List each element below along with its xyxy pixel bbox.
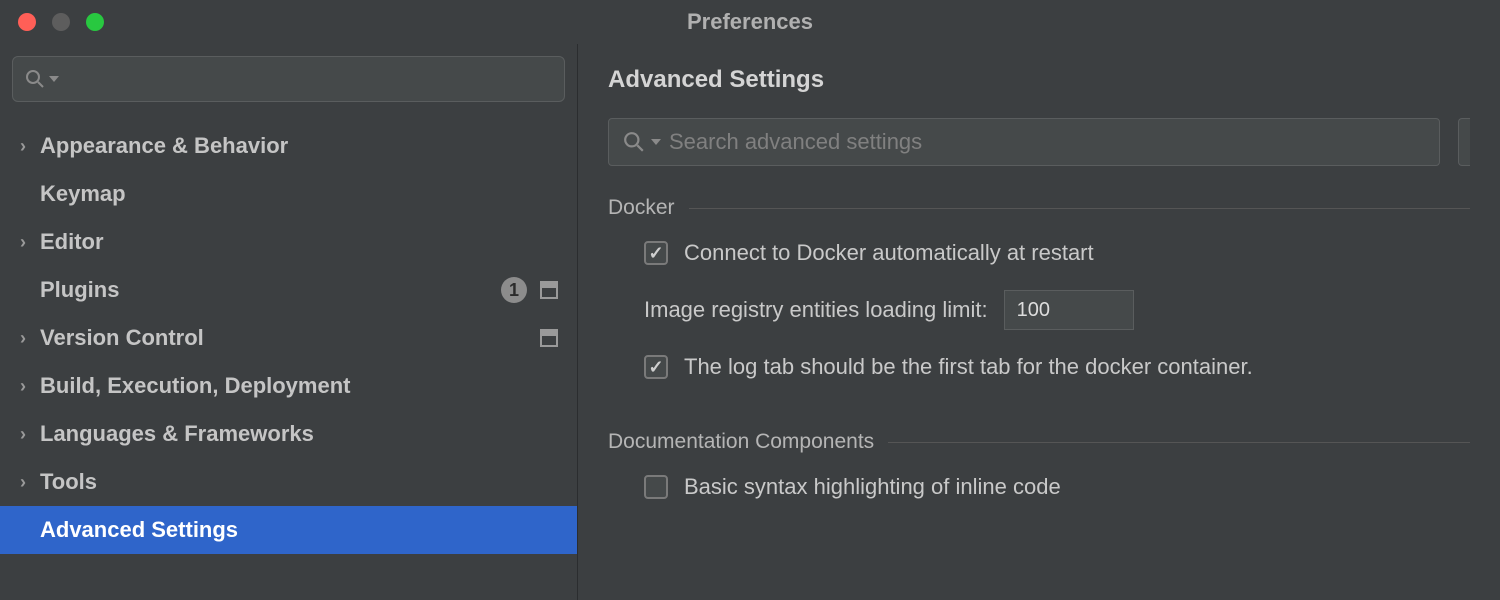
sidebar-item-languages-frameworks[interactable]: › Languages & Frameworks	[0, 410, 577, 458]
zoom-window-button[interactable]	[86, 13, 104, 31]
sidebar-item-version-control[interactable]: › Version Control	[0, 314, 577, 362]
show-modified-button[interactable]	[1458, 118, 1470, 166]
sidebar-item-label: Keymap	[40, 181, 559, 207]
sidebar-search[interactable]	[12, 56, 565, 102]
sidebar-item-label: Plugins	[40, 277, 501, 303]
setting-doc-syntax-highlight[interactable]: Basic syntax highlighting of inline code	[608, 474, 1470, 500]
sidebar-item-label: Version Control	[40, 325, 539, 351]
traffic-lights	[0, 13, 104, 31]
chevron-right-icon: ›	[20, 136, 40, 157]
sidebar-item-plugins[interactable]: › Plugins 1	[0, 266, 577, 314]
chevron-right-icon: ›	[20, 472, 40, 493]
window-titlebar: Preferences	[0, 0, 1500, 44]
settings-tree: › Appearance & Behavior › Keymap › Edito…	[0, 108, 577, 554]
sidebar-item-label: Languages & Frameworks	[40, 421, 559, 447]
setting-label: The log tab should be the first tab for …	[684, 354, 1253, 380]
setting-label: Connect to Docker automatically at resta…	[684, 240, 1094, 266]
chevron-down-icon	[651, 139, 661, 145]
checkbox[interactable]	[644, 475, 668, 499]
registry-limit-input[interactable]	[1004, 290, 1134, 330]
preferences-sidebar: › Appearance & Behavior › Keymap › Edito…	[0, 44, 578, 600]
divider	[689, 208, 1470, 209]
sidebar-item-label: Build, Execution, Deployment	[40, 373, 559, 399]
sidebar-item-editor[interactable]: › Editor	[0, 218, 577, 266]
sidebar-item-advanced-settings[interactable]: › Advanced Settings	[0, 506, 577, 554]
checkbox[interactable]	[644, 355, 668, 379]
setting-label: Image registry entities loading limit:	[644, 297, 988, 323]
sidebar-item-tools[interactable]: › Tools	[0, 458, 577, 506]
chevron-right-icon: ›	[20, 424, 40, 445]
setting-label: Basic syntax highlighting of inline code	[684, 474, 1061, 500]
chevron-down-icon	[49, 76, 59, 82]
divider	[888, 442, 1470, 443]
minimize-window-button[interactable]	[52, 13, 70, 31]
project-scope-icon	[539, 280, 559, 300]
search-icon	[623, 131, 645, 153]
section-title: Docker	[608, 196, 675, 220]
main-panel: Advanced Settings Docker Connect to Dock…	[578, 44, 1500, 600]
project-scope-icon	[539, 328, 559, 348]
sidebar-item-label: Editor	[40, 229, 559, 255]
page-title: Advanced Settings	[608, 66, 1470, 94]
section-title: Documentation Components	[608, 430, 874, 454]
advanced-settings-search-input[interactable]	[669, 129, 1425, 155]
setting-docker-log-tab[interactable]: The log tab should be the first tab for …	[608, 354, 1470, 380]
sidebar-item-label: Advanced Settings	[40, 517, 559, 543]
advanced-settings-search[interactable]	[608, 118, 1440, 166]
search-icon	[25, 69, 45, 89]
chevron-right-icon: ›	[20, 328, 40, 349]
sidebar-search-input[interactable]	[65, 68, 552, 91]
update-count-badge: 1	[501, 277, 527, 303]
setting-docker-registry-limit: Image registry entities loading limit:	[608, 290, 1470, 330]
checkbox[interactable]	[644, 241, 668, 265]
window-title: Preferences	[0, 9, 1500, 35]
section-header-docker: Docker	[608, 196, 1470, 220]
chevron-right-icon: ›	[20, 232, 40, 253]
close-window-button[interactable]	[18, 13, 36, 31]
setting-docker-connect[interactable]: Connect to Docker automatically at resta…	[608, 240, 1470, 266]
sidebar-item-appearance-behavior[interactable]: › Appearance & Behavior	[0, 122, 577, 170]
chevron-right-icon: ›	[20, 376, 40, 397]
section-header-documentation: Documentation Components	[608, 430, 1470, 454]
sidebar-item-build-execution-deployment[interactable]: › Build, Execution, Deployment	[0, 362, 577, 410]
sidebar-item-keymap[interactable]: › Keymap	[0, 170, 577, 218]
sidebar-item-label: Appearance & Behavior	[40, 133, 559, 159]
sidebar-item-label: Tools	[40, 469, 559, 495]
